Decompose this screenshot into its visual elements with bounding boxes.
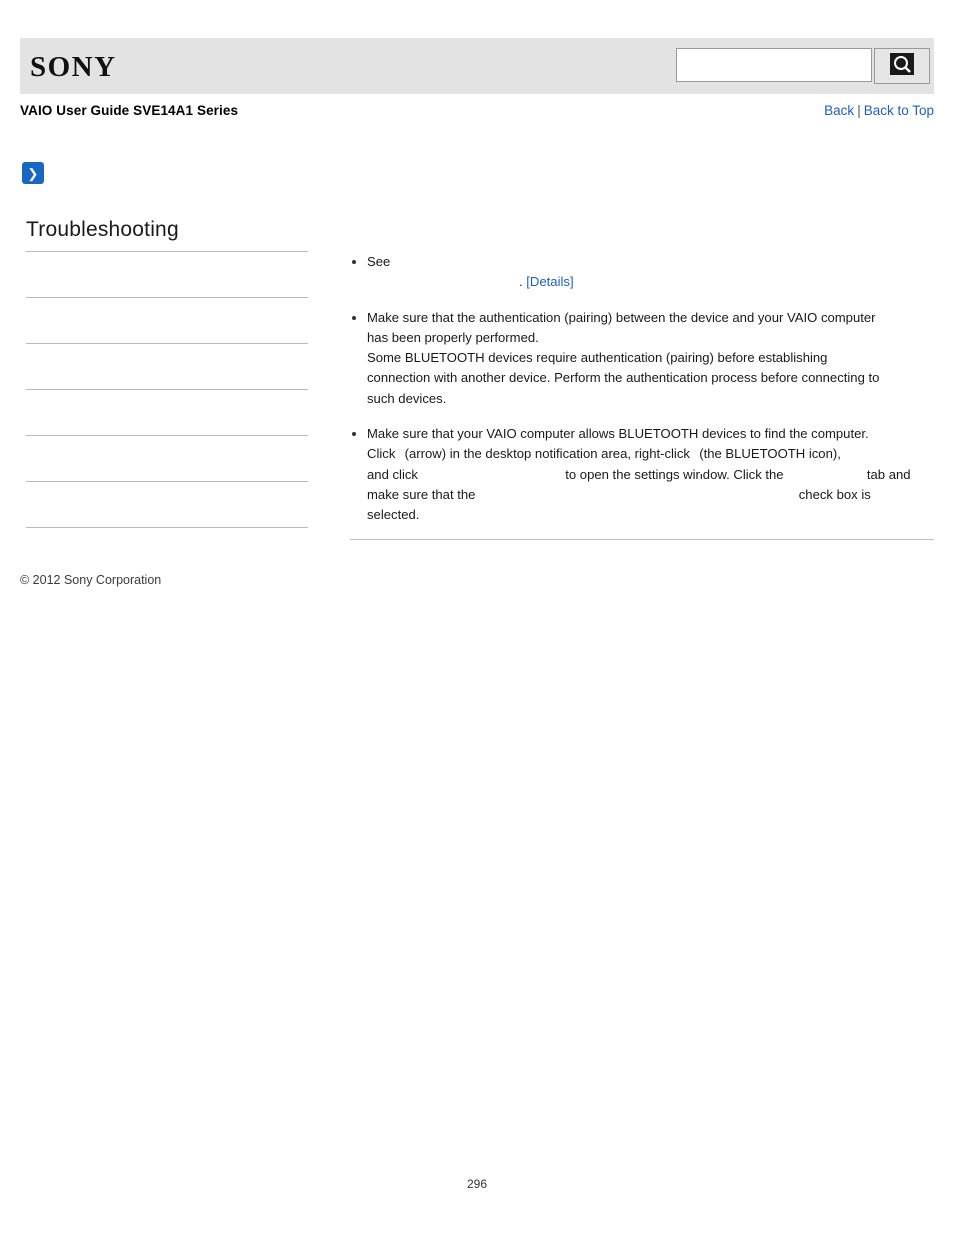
bullet-discoverability: Make sure that your VAIO computer allows… (350, 424, 934, 525)
auth-line-3: Some BLUETOOTH devices require authentic… (367, 350, 828, 366)
breadcrumb-arrow-icon: ❯ (22, 162, 44, 184)
sidebar-item-6[interactable] (26, 482, 308, 528)
sidebar-item-2[interactable] (26, 298, 308, 344)
see-line: See (367, 254, 391, 269)
sidebar-item-4[interactable] (26, 390, 308, 436)
sidebar-heading: Troubleshooting (26, 218, 179, 241)
discover-line-3: and click to open the settings window. C… (367, 465, 934, 485)
discover-line-2-c: (the BLUETOOTH icon), (699, 446, 841, 462)
discover-line-2-b: (arrow) in the desktop notification area… (404, 446, 690, 462)
troubleshooting-bullet-list: See . [Details] Make sure that the authe… (350, 252, 934, 526)
discover-line-4-a: make sure that the (367, 486, 476, 502)
search-input[interactable] (676, 48, 872, 82)
discover-line-2-a: Click (367, 446, 396, 462)
details-link[interactable]: [Details] (526, 274, 573, 289)
page-number: 296 (466, 1177, 488, 1191)
auth-line-4: connection with another device. Perform … (367, 370, 880, 386)
discover-line-3-c: tab and (866, 466, 911, 482)
discover-line-4: make sure that the check box is (367, 485, 934, 505)
auth-line-1: Make sure that the authentication (pairi… (367, 309, 876, 325)
search-icon (889, 52, 915, 81)
details-line: . [Details] (367, 272, 934, 292)
bullet-authentication: Make sure that the authentication (pairi… (350, 308, 934, 409)
discover-line-5: selected. (367, 507, 420, 523)
sidebar-item-3[interactable] (26, 344, 308, 390)
back-to-top-link[interactable]: Back to Top (864, 103, 934, 118)
back-link[interactable]: Back (824, 103, 854, 118)
auth-line-5: such devices. (367, 390, 447, 406)
details-prefix: . (519, 274, 523, 290)
sidebar-item-1[interactable] (26, 252, 308, 298)
sidebar-item-5[interactable] (26, 436, 308, 482)
sony-logo: SONY (30, 51, 117, 83)
sidebar: Troubleshooting (26, 218, 308, 528)
discover-line-3-b: to open the settings window. Click the (565, 466, 784, 482)
discover-line-4-b: check box is (798, 486, 871, 502)
discover-line-2: Click (arrow) in the desktop notificatio… (367, 444, 934, 464)
search-area (676, 48, 930, 84)
copyright-text: © 2012 Sony Corporation (20, 573, 162, 587)
bullet-see-details: See . [Details] (350, 252, 934, 293)
main-content: See . [Details] Make sure that the authe… (350, 252, 934, 541)
page-title: VAIO User Guide SVE14A1 Series (20, 103, 239, 118)
navigation-links: Back | Back to Top (824, 103, 934, 118)
discover-line-1: Make sure that your VAIO computer allows… (367, 426, 869, 442)
nav-separator: | (857, 103, 861, 118)
auth-line-2: has been properly performed. (367, 329, 539, 345)
document-page: SONY VAIO User Guide SVE14A1 Series Back… (0, 0, 954, 1235)
content-bottom-rule (350, 539, 934, 540)
search-button[interactable] (874, 48, 930, 84)
